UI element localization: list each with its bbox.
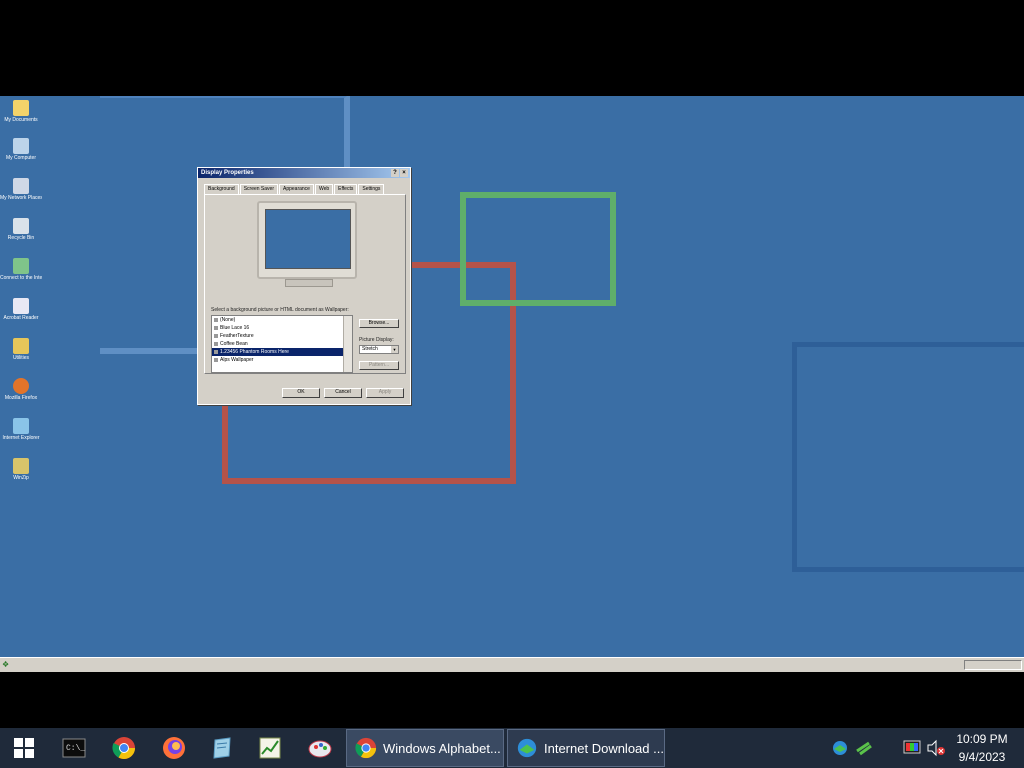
taskbar-window-label: Windows Alphabet... bbox=[383, 740, 501, 756]
wallpaper-select-label: Select a background picture or HTML docu… bbox=[211, 307, 349, 313]
network-icon bbox=[13, 178, 29, 194]
tray-downloader-icon[interactable] bbox=[854, 738, 874, 758]
display-properties-dialog: Display Properties ? × Background Screen… bbox=[197, 167, 411, 405]
list-item[interactable]: (None) bbox=[212, 316, 352, 324]
clock-date: 9/4/2023 bbox=[958, 750, 1006, 764]
taskbar-clock[interactable]: 10:09 PM 9/4/2023 bbox=[944, 728, 1020, 768]
taskbar-app-notepad[interactable] bbox=[198, 728, 246, 768]
remote-taskbar: ❖ bbox=[0, 657, 1024, 672]
computer-icon bbox=[13, 138, 29, 154]
background-tab-panel: Select a background picture or HTML docu… bbox=[204, 194, 406, 374]
paint-icon bbox=[308, 740, 332, 758]
desktop-icon-firefox[interactable]: Mozilla Firefox bbox=[0, 378, 42, 401]
apply-button[interactable]: Apply bbox=[366, 388, 404, 398]
picture-display-value: Stretch bbox=[362, 346, 378, 352]
tab-effects[interactable]: Effects bbox=[334, 184, 358, 194]
desktop-icon-winzip[interactable]: WinZip bbox=[0, 458, 42, 481]
idm-icon bbox=[833, 741, 847, 755]
list-item[interactable]: Coffee Bean bbox=[212, 340, 352, 348]
taskbar-app-paint[interactable] bbox=[296, 728, 344, 768]
start-button[interactable] bbox=[0, 728, 48, 768]
display-color-icon bbox=[903, 740, 921, 754]
clock-time: 10:09 PM bbox=[956, 732, 1008, 746]
tab-settings[interactable]: Settings bbox=[358, 184, 385, 194]
wallpaper-listbox[interactable]: (None) Blue Lace 16 FeatherTexture Coffe… bbox=[211, 315, 353, 373]
taskbar-window-idm[interactable]: Internet Download ... bbox=[507, 729, 665, 767]
acrobat-icon bbox=[13, 298, 29, 314]
chart-icon bbox=[259, 737, 281, 759]
wallpaper-dark-frame bbox=[792, 342, 1024, 572]
tray-idm-icon[interactable] bbox=[830, 738, 850, 758]
desktop-icon-recycle-bin[interactable]: Recycle Bin bbox=[0, 218, 42, 241]
cancel-button[interactable]: Cancel bbox=[324, 388, 362, 398]
firefox-icon bbox=[163, 737, 185, 759]
chevron-down-icon: ▼ bbox=[391, 346, 398, 353]
remote-system-tray bbox=[964, 660, 1022, 670]
wallpaper-green-frame bbox=[460, 192, 616, 306]
chrome-icon bbox=[355, 737, 377, 759]
close-button[interactable]: × bbox=[400, 169, 408, 177]
desktop-icon-ie[interactable]: Internet Explorer bbox=[0, 418, 42, 441]
list-item[interactable]: Alps Wallpaper bbox=[212, 356, 352, 364]
tray-volume-muted-icon[interactable] bbox=[926, 738, 946, 758]
desktop-icon-connect-internet[interactable]: Connect to the Internet bbox=[0, 258, 42, 281]
utilities-icon bbox=[13, 338, 29, 354]
remote-start-button[interactable]: ❖ bbox=[2, 660, 14, 670]
remote-desktop-view: My Documents My Computer My Network Plac… bbox=[0, 96, 1024, 672]
taskbar-app-task-manager[interactable] bbox=[246, 728, 294, 768]
taskbar-app-terminal[interactable]: C:\_ bbox=[50, 728, 98, 768]
chrome-icon bbox=[112, 737, 135, 759]
folder-icon bbox=[13, 100, 29, 116]
terminal-icon: C:\_ bbox=[62, 738, 86, 758]
taskbar-window-chrome[interactable]: Windows Alphabet... bbox=[346, 729, 504, 767]
speaker-muted-icon bbox=[927, 739, 945, 757]
tab-appearance[interactable]: Appearance bbox=[278, 184, 314, 194]
desktop-icon-my-documents[interactable]: My Documents bbox=[0, 100, 42, 123]
dialog-title: Display Properties bbox=[201, 170, 254, 176]
monitor-stand bbox=[285, 279, 333, 287]
listbox-scrollbar[interactable] bbox=[343, 316, 352, 372]
monitor-preview-screen bbox=[265, 209, 351, 269]
list-item[interactable]: FeatherTexture bbox=[212, 332, 352, 340]
taskbar-window-label: Internet Download ... bbox=[544, 740, 664, 756]
picture-display-select[interactable]: Stretch ▼ bbox=[359, 345, 399, 354]
download-arrows-icon bbox=[856, 741, 872, 756]
internet-connect-icon bbox=[13, 258, 29, 274]
idm-icon bbox=[517, 738, 537, 758]
desktop-icon-acrobat[interactable]: Acrobat Reader bbox=[0, 298, 42, 321]
host-taskbar: C:\_ Windows Alphabet... Internet Downlo… bbox=[0, 728, 1024, 768]
tray-display-icon[interactable] bbox=[902, 738, 922, 758]
windows-logo-icon bbox=[14, 738, 34, 758]
ie-icon bbox=[13, 418, 29, 434]
desktop-icon-my-network-places[interactable]: My Network Places bbox=[0, 178, 42, 201]
taskbar-app-firefox[interactable] bbox=[150, 728, 198, 768]
help-button[interactable]: ? bbox=[391, 169, 399, 177]
desktop-icon-my-computer[interactable]: My Computer bbox=[0, 138, 42, 161]
dialog-tabs: Background Screen Saver Appearance Web E… bbox=[204, 184, 385, 195]
svg-text:C:\_: C:\_ bbox=[66, 744, 85, 753]
firefox-icon bbox=[13, 378, 29, 394]
desktop-icon-utilities[interactable]: Utilities bbox=[0, 338, 42, 361]
winzip-icon bbox=[13, 458, 29, 474]
dialog-titlebar[interactable]: Display Properties ? × bbox=[198, 168, 410, 178]
picture-display-label: Picture Display: bbox=[359, 337, 394, 343]
tab-web[interactable]: Web bbox=[314, 184, 334, 194]
tab-screen-saver[interactable]: Screen Saver bbox=[239, 184, 278, 194]
ok-button[interactable]: OK bbox=[282, 388, 320, 398]
list-item-selected[interactable]: 1.23456 Phantom Rooms Here bbox=[212, 348, 352, 356]
recycle-bin-icon bbox=[13, 218, 29, 234]
monitor-preview bbox=[257, 201, 357, 279]
notepad-icon bbox=[213, 737, 231, 759]
pattern-button[interactable]: Pattern... bbox=[359, 361, 399, 370]
list-item[interactable]: Blue Lace 16 bbox=[212, 324, 352, 332]
taskbar-app-chrome[interactable] bbox=[100, 728, 148, 768]
browse-button[interactable]: Browse... bbox=[359, 319, 399, 328]
